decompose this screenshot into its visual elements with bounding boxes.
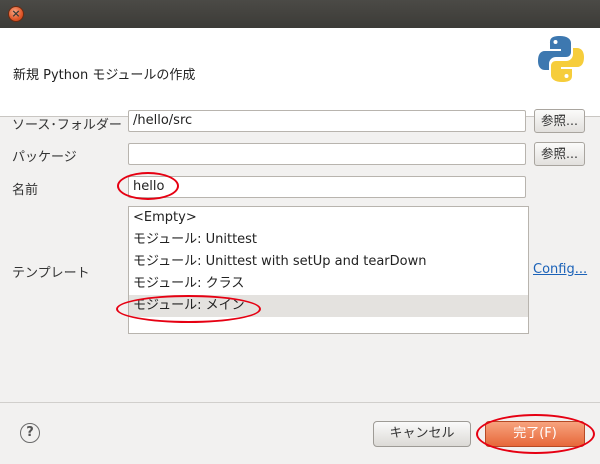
list-item[interactable]: モジュール: Unittest with setUp and tearDown bbox=[129, 251, 528, 273]
name-label: 名前 bbox=[12, 183, 39, 198]
footer-divider bbox=[0, 402, 600, 403]
help-icon[interactable]: ? bbox=[20, 423, 40, 443]
template-list[interactable]: <Empty> モジュール: Unittest モジュール: Unittest … bbox=[128, 206, 529, 334]
dialog-header: 新規 Python モジュールの作成 bbox=[0, 28, 600, 117]
template-label: テンプレート bbox=[12, 266, 90, 281]
source-folder-browse-button[interactable]: 参照... bbox=[534, 109, 585, 133]
finish-button[interactable]: 完了(F) bbox=[485, 421, 585, 447]
close-icon[interactable]: × bbox=[8, 6, 24, 22]
python-logo-icon bbox=[538, 36, 584, 82]
list-item-selected[interactable]: モジュール: メイン bbox=[129, 295, 528, 317]
package-label: パッケージ bbox=[12, 150, 77, 165]
window-titlebar: × bbox=[0, 0, 600, 28]
source-folder-label: ソース･フォルダー bbox=[12, 118, 122, 133]
list-item[interactable]: モジュール: Unittest bbox=[129, 229, 528, 251]
cancel-button[interactable]: キャンセル bbox=[373, 421, 471, 447]
name-input[interactable]: hello bbox=[128, 176, 526, 198]
source-folder-input[interactable]: /hello/src bbox=[128, 110, 526, 132]
package-browse-button[interactable]: 参照... bbox=[534, 142, 585, 166]
list-item[interactable]: <Empty> bbox=[129, 207, 528, 229]
config-link[interactable]: Config... bbox=[533, 262, 587, 277]
list-item[interactable]: モジュール: クラス bbox=[129, 273, 528, 295]
package-input[interactable] bbox=[128, 143, 526, 165]
page-title: 新規 Python モジュールの作成 bbox=[13, 68, 196, 83]
